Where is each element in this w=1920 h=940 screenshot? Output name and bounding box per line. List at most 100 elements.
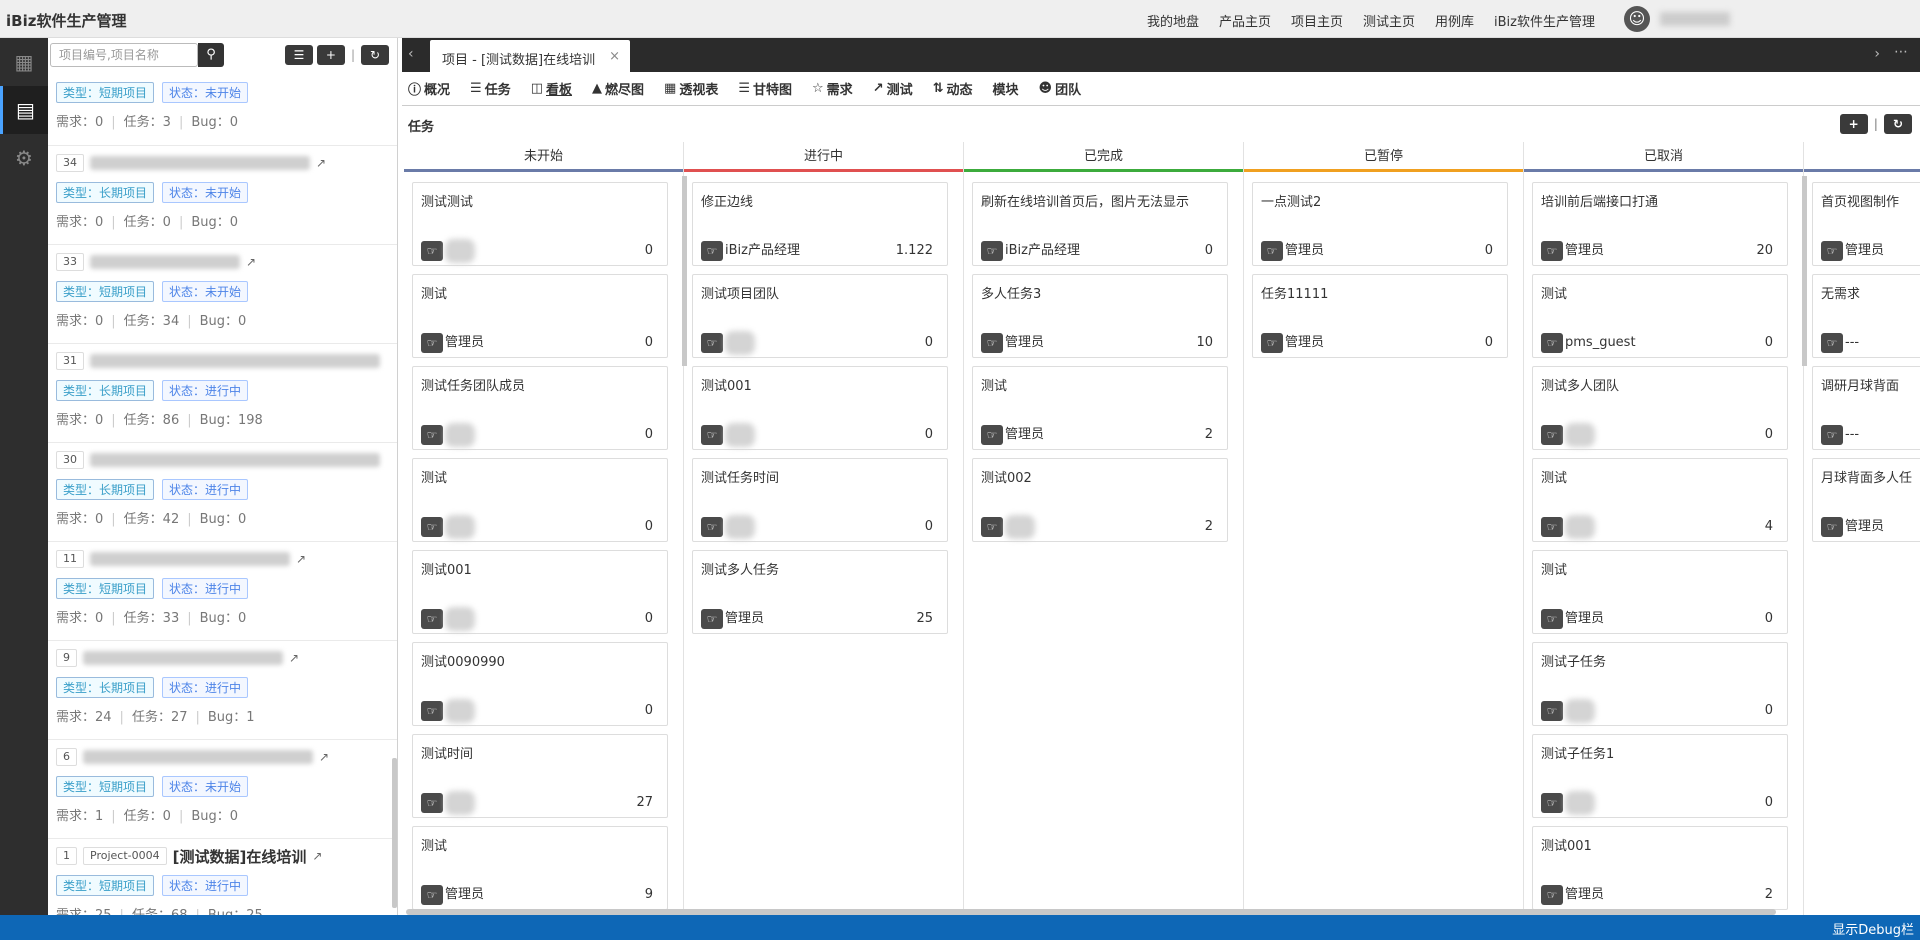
task-card[interactable]: 培训前后端接口打通 ☞ 管理员 20 xyxy=(1532,182,1788,266)
nav-my-desk[interactable]: 我的地盘 xyxy=(1147,11,1199,30)
hand-pointer-icon[interactable]: ☞ xyxy=(701,425,723,445)
task-card[interactable]: 测试 ☞ pms_guest 0 xyxy=(1532,274,1788,358)
hand-pointer-icon[interactable]: ☞ xyxy=(1261,333,1283,353)
hand-pointer-icon[interactable]: ☞ xyxy=(701,333,723,353)
tab-overview[interactable]: ⓘ 概况 xyxy=(408,79,450,98)
hand-pointer-icon[interactable]: ☞ xyxy=(1541,517,1563,537)
list-item[interactable]: 34 ↗ 类型：长期项目状态：未开始 需求：0任务：0Bug：0 xyxy=(48,146,397,245)
document-icon[interactable]: ▤ xyxy=(0,86,48,134)
hand-pointer-icon[interactable]: ☞ xyxy=(701,517,723,537)
tab-burndown[interactable]: ▲ 燃尽图 xyxy=(592,79,644,98)
task-card[interactable]: 多人任务3 ☞ 管理员 10 xyxy=(972,274,1228,358)
gears-icon[interactable]: ⚙ xyxy=(0,134,48,182)
hand-pointer-icon[interactable]: ☞ xyxy=(1541,333,1563,353)
external-link-icon[interactable]: ↗ xyxy=(319,750,329,764)
user-avatar-icon[interactable]: ☺ xyxy=(1624,6,1650,32)
tab-requirements[interactable]: ☆ 需求 xyxy=(812,79,853,98)
hand-pointer-icon[interactable]: ☞ xyxy=(421,885,443,905)
list-item[interactable]: 1 Project-0004 [测试数据]在线培训 ↗ 类型：短期项目状态：进行中 需… xyxy=(48,839,397,915)
external-link-icon[interactable]: ↗ xyxy=(316,156,326,170)
chevron-right-icon[interactable]: › xyxy=(1874,46,1880,62)
project-name[interactable] xyxy=(83,750,313,764)
project-name[interactable] xyxy=(90,552,290,566)
task-card[interactable]: 测试0090990 ☞ 0 xyxy=(412,642,668,726)
task-card[interactable]: 任务11111 ☞ 管理员 0 xyxy=(1252,274,1508,358)
project-name[interactable] xyxy=(90,354,380,368)
hand-pointer-icon[interactable]: ☞ xyxy=(1821,425,1843,445)
hand-pointer-icon[interactable]: ☞ xyxy=(421,241,443,261)
search-input[interactable]: 项目编号,项目名称 xyxy=(50,43,198,67)
task-card[interactable]: 无需求 ☞ --- xyxy=(1812,274,1920,358)
chevron-left-icon[interactable]: ‹ xyxy=(408,46,414,62)
more-icon[interactable]: ⋯ xyxy=(1894,44,1908,60)
nav-test-home[interactable]: 测试主页 xyxy=(1363,11,1415,30)
hand-pointer-icon[interactable]: ☞ xyxy=(1821,333,1843,353)
external-link-icon[interactable]: ↗ xyxy=(246,255,256,269)
task-card[interactable]: 测试001 ☞ 0 xyxy=(412,550,668,634)
nav-case-library[interactable]: 用例库 xyxy=(1435,11,1474,30)
list-view-icon[interactable]: ☰ xyxy=(284,45,313,65)
external-link-icon[interactable]: ↗ xyxy=(296,552,306,566)
task-card[interactable]: 测试 ☞ 管理员 9 xyxy=(412,826,668,910)
tab-project[interactable]: 项目 - [测试数据]在线培训 × xyxy=(430,40,630,72)
nav-ibiz[interactable]: iBiz软件生产管理 xyxy=(1494,11,1595,30)
external-link-icon[interactable]: ↗ xyxy=(312,849,322,863)
project-name[interactable] xyxy=(90,156,310,170)
tab-tasks[interactable]: ☰ 任务 xyxy=(470,79,511,98)
task-card[interactable]: 测试 ☞ 管理员 0 xyxy=(1532,550,1788,634)
column-scrollbar[interactable] xyxy=(1802,176,1807,366)
hand-pointer-icon[interactable]: ☞ xyxy=(421,793,443,813)
search-icon[interactable]: ⚲ xyxy=(198,43,224,67)
task-card[interactable]: 测试子任务 ☞ 0 xyxy=(1532,642,1788,726)
add-icon[interactable]: + xyxy=(1839,114,1868,134)
list-item[interactable]: 9 ↗ 类型：长期项目状态：进行中 需求：24任务：27Bug：1 xyxy=(48,641,397,740)
hand-pointer-icon[interactable]: ☞ xyxy=(1541,609,1563,629)
task-card[interactable]: 测试002 ☞ 2 xyxy=(972,458,1228,542)
external-link-icon[interactable]: ↗ xyxy=(289,651,299,665)
hand-pointer-icon[interactable]: ☞ xyxy=(1541,425,1563,445)
column-scrollbar[interactable] xyxy=(682,176,687,366)
task-card[interactable]: 调研月球背面 ☞ --- xyxy=(1812,366,1920,450)
task-card[interactable]: 刷新在线培训首页后，图片无法显示 ☞ iBiz产品经理 0 xyxy=(972,182,1228,266)
hand-pointer-icon[interactable]: ☞ xyxy=(1541,241,1563,261)
add-icon[interactable]: + xyxy=(316,45,345,65)
task-card[interactable]: 月球背面多人任 ☞ 管理员 xyxy=(1812,458,1920,542)
tab-activity[interactable]: ⇅ 动态 xyxy=(933,79,973,98)
refresh-icon[interactable]: ↻ xyxy=(1884,114,1912,134)
project-name[interactable] xyxy=(83,651,283,665)
project-name[interactable]: [测试数据]在线培训 xyxy=(173,846,307,867)
task-card[interactable]: 一点测试2 ☞ 管理员 0 xyxy=(1252,182,1508,266)
task-card[interactable]: 测试子任务1 ☞ 0 xyxy=(1532,734,1788,818)
hand-pointer-icon[interactable]: ☞ xyxy=(981,517,1003,537)
hand-pointer-icon[interactable]: ☞ xyxy=(701,241,723,261)
hand-pointer-icon[interactable]: ☞ xyxy=(421,425,443,445)
close-icon[interactable]: × xyxy=(609,49,620,64)
hand-pointer-icon[interactable]: ☞ xyxy=(1541,701,1563,721)
nav-project-home[interactable]: 项目主页 xyxy=(1291,11,1343,30)
task-card[interactable]: 测试 ☞ 4 xyxy=(1532,458,1788,542)
task-card[interactable]: 测试多人任务 ☞ 管理员 25 xyxy=(692,550,948,634)
hand-pointer-icon[interactable]: ☞ xyxy=(981,333,1003,353)
task-card[interactable]: 测试 ☞ 管理员 0 xyxy=(412,274,668,358)
task-card[interactable]: 测试 ☞ 0 xyxy=(412,458,668,542)
task-card[interactable]: 测试项目团队 ☞ 0 xyxy=(692,274,948,358)
task-card[interactable]: 测试任务时间 ☞ 0 xyxy=(692,458,948,542)
list-item[interactable]: 类型：短期项目 状态：未开始 需求：0 任务：3 Bug：0 xyxy=(48,76,397,146)
task-card[interactable]: 测试 ☞ 管理员 2 xyxy=(972,366,1228,450)
sidebar-scrollbar[interactable] xyxy=(392,758,397,908)
task-card[interactable]: 测试001 ☞ 0 xyxy=(692,366,948,450)
tab-pivot[interactable]: ▦ 透视表 xyxy=(664,79,718,98)
hand-pointer-icon[interactable]: ☞ xyxy=(981,241,1003,261)
tab-gantt[interactable]: ☰ 甘特图 xyxy=(738,79,792,98)
task-card[interactable]: 修正边线 ☞ iBiz产品经理 1.122 xyxy=(692,182,948,266)
list-item[interactable]: 33 ↗ 类型：短期项目状态：未开始 需求：0任务：34Bug：0 xyxy=(48,245,397,344)
hand-pointer-icon[interactable]: ☞ xyxy=(1821,517,1843,537)
list-item[interactable]: 6 ↗ 类型：短期项目状态：未开始 需求：1任务：0Bug：0 xyxy=(48,740,397,839)
hand-pointer-icon[interactable]: ☞ xyxy=(1541,793,1563,813)
cubes-icon[interactable]: ▦ xyxy=(0,38,48,86)
hand-pointer-icon[interactable]: ☞ xyxy=(1821,241,1843,261)
user-name[interactable] xyxy=(1660,12,1730,26)
task-card[interactable]: 测试测试 ☞ 0 xyxy=(412,182,668,266)
nav-product-home[interactable]: 产品主页 xyxy=(1219,11,1271,30)
hand-pointer-icon[interactable]: ☞ xyxy=(981,425,1003,445)
